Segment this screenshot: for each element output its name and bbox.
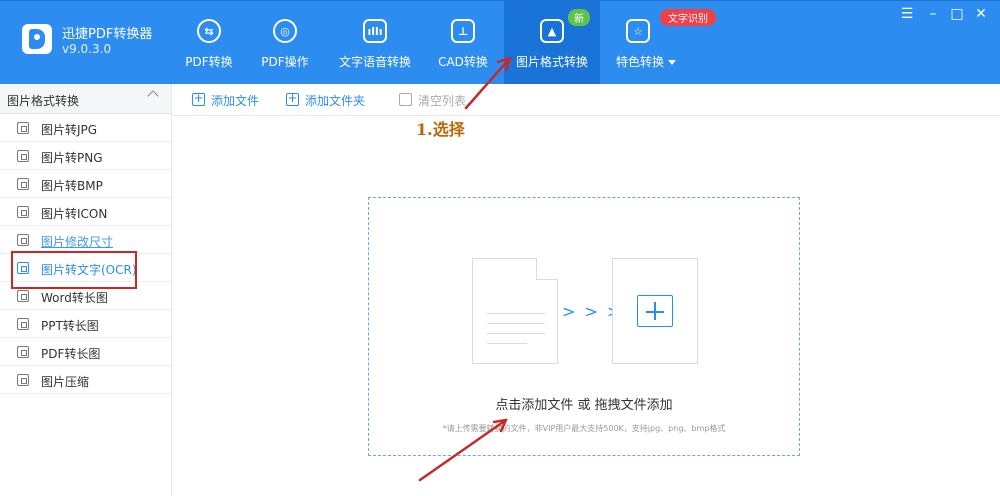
top-bar: 迅捷PDF转换器 v9.0.3.0 ⇆ PDF转换 ◎ PDF操作 ıllı 文…: [0, 0, 1000, 85]
special-convert-icon: ☆: [626, 19, 650, 43]
sidebar-item-pdf-long[interactable]: PDF转长图: [0, 338, 171, 366]
sidebar: 图片格式转换 图片转JPG 图片转PNG 图片转BMP 图片转ICON 图片修改…: [0, 84, 172, 496]
sidebar-item-label: 图片转PNG: [41, 151, 103, 165]
plus-icon: [637, 295, 673, 327]
clear-list-label: 清空列表: [418, 94, 467, 108]
new-badge: 新: [568, 9, 590, 26]
pdf-convert-icon: ⇆: [197, 19, 221, 43]
maximize-icon[interactable]: □: [948, 5, 966, 23]
toolbar: 添加文件 添加文件夹 清空列表: [172, 84, 1000, 116]
tab-cad-convert[interactable]: ⊥ CAD转换: [435, 1, 491, 85]
image-file-icon: [17, 122, 29, 134]
sidebar-item-compress[interactable]: 图片压缩: [0, 366, 171, 394]
clear-list-button[interactable]: 清空列表: [399, 92, 469, 108]
dropzone-hint: *请上传需要转换的文件，非VIP用户最大支持500K，支持jpg、png、bmp…: [442, 424, 726, 433]
image-format-icon: ▲: [540, 19, 564, 43]
image-file-icon: [17, 178, 29, 190]
add-file-button[interactable]: 添加文件: [192, 91, 262, 108]
cad-convert-icon: ⊥: [451, 19, 475, 43]
add-folder-button[interactable]: 添加文件夹: [286, 91, 370, 108]
sidebar-item-ppt-long[interactable]: PPT转长图: [0, 310, 171, 338]
minimize-icon[interactable]: –: [924, 5, 942, 23]
tab-image-format-label: 图片格式转换: [515, 55, 588, 69]
text-speech-icon: ıllı: [363, 19, 387, 43]
sidebar-item-label: 图片转文字(OCR): [41, 263, 137, 277]
image-file-icon: [17, 206, 29, 218]
add-file-icon: [192, 91, 205, 106]
sidebar-header[interactable]: 图片格式转换: [0, 84, 171, 114]
sidebar-item-label: PDF转长图: [41, 347, 101, 361]
image-file-icon: [17, 150, 29, 162]
chevron-down-icon: [668, 60, 677, 65]
add-file-label: 添加文件: [211, 94, 260, 108]
sidebar-item-label: Word转长图: [41, 291, 108, 305]
sidebar-item-to-bmp[interactable]: 图片转BMP: [0, 170, 171, 198]
ppt-file-icon: [17, 318, 29, 330]
tab-text-speech[interactable]: ıllı 文字语音转换: [337, 1, 413, 85]
tab-text-speech-label: 文字语音转换: [338, 55, 411, 69]
menu-icon[interactable]: ☰: [898, 5, 916, 23]
word-file-icon: [17, 290, 29, 302]
sidebar-item-label: 图片转ICON: [41, 207, 108, 221]
app-version: v9.0.3.0: [62, 42, 112, 56]
tab-pdf-convert[interactable]: ⇆ PDF转换: [183, 1, 235, 85]
tab-cad-convert-label: CAD转换: [438, 55, 488, 69]
sidebar-item-label: 图片修改尺寸: [41, 235, 114, 249]
sidebar-item-label: 图片转JPG: [41, 123, 98, 137]
sidebar-item-resize[interactable]: 图片修改尺寸: [0, 226, 171, 254]
app-logo-icon: [22, 24, 52, 54]
ocr-badge: 文字识别: [660, 9, 716, 26]
sidebar-item-label: 图片压缩: [41, 375, 90, 389]
tab-pdf-operation-label: PDF操作: [261, 55, 309, 69]
dropzone-main-text: 点击添加文件 或 拖拽文件添加: [495, 398, 673, 413]
pdf-file-icon: [17, 346, 29, 358]
annotation-step-label: 1.选择: [416, 120, 465, 139]
sidebar-title: 图片格式转换: [7, 94, 80, 108]
text-recognition-icon: [17, 262, 29, 274]
sidebar-item-label: 图片转BMP: [41, 179, 103, 193]
compress-icon: [17, 374, 29, 386]
sidebar-item-label: PPT转长图: [41, 319, 99, 333]
tab-special-convert-label: 特色转换: [616, 53, 680, 70]
sidebar-item-ocr[interactable]: 图片转文字(OCR): [0, 254, 171, 282]
document-icon: [472, 258, 558, 364]
trash-icon: [399, 93, 412, 106]
image-resize-icon: [17, 234, 29, 246]
add-file-card[interactable]: [612, 258, 698, 364]
pdf-operation-icon: ◎: [273, 19, 297, 43]
sidebar-item-word-long[interactable]: Word转长图: [0, 282, 171, 310]
app-name: 迅捷PDF转换器: [62, 27, 153, 42]
sidebar-item-to-icon[interactable]: 图片转ICON: [0, 198, 171, 226]
chevron-up-icon: [147, 90, 159, 102]
add-folder-label: 添加文件夹: [305, 94, 366, 108]
tab-pdf-convert-label: PDF转换: [185, 55, 233, 69]
add-folder-icon: [286, 91, 299, 106]
file-drop-zone[interactable]: > > > 点击添加文件 或 拖拽文件添加 *请上传需要转换的文件，非VIP用户…: [368, 197, 800, 456]
sidebar-item-to-png[interactable]: 图片转PNG: [0, 142, 171, 170]
close-icon[interactable]: ✕: [972, 5, 990, 23]
tab-pdf-operation[interactable]: ◎ PDF操作: [259, 1, 311, 85]
sidebar-item-to-jpg[interactable]: 图片转JPG: [0, 114, 171, 142]
